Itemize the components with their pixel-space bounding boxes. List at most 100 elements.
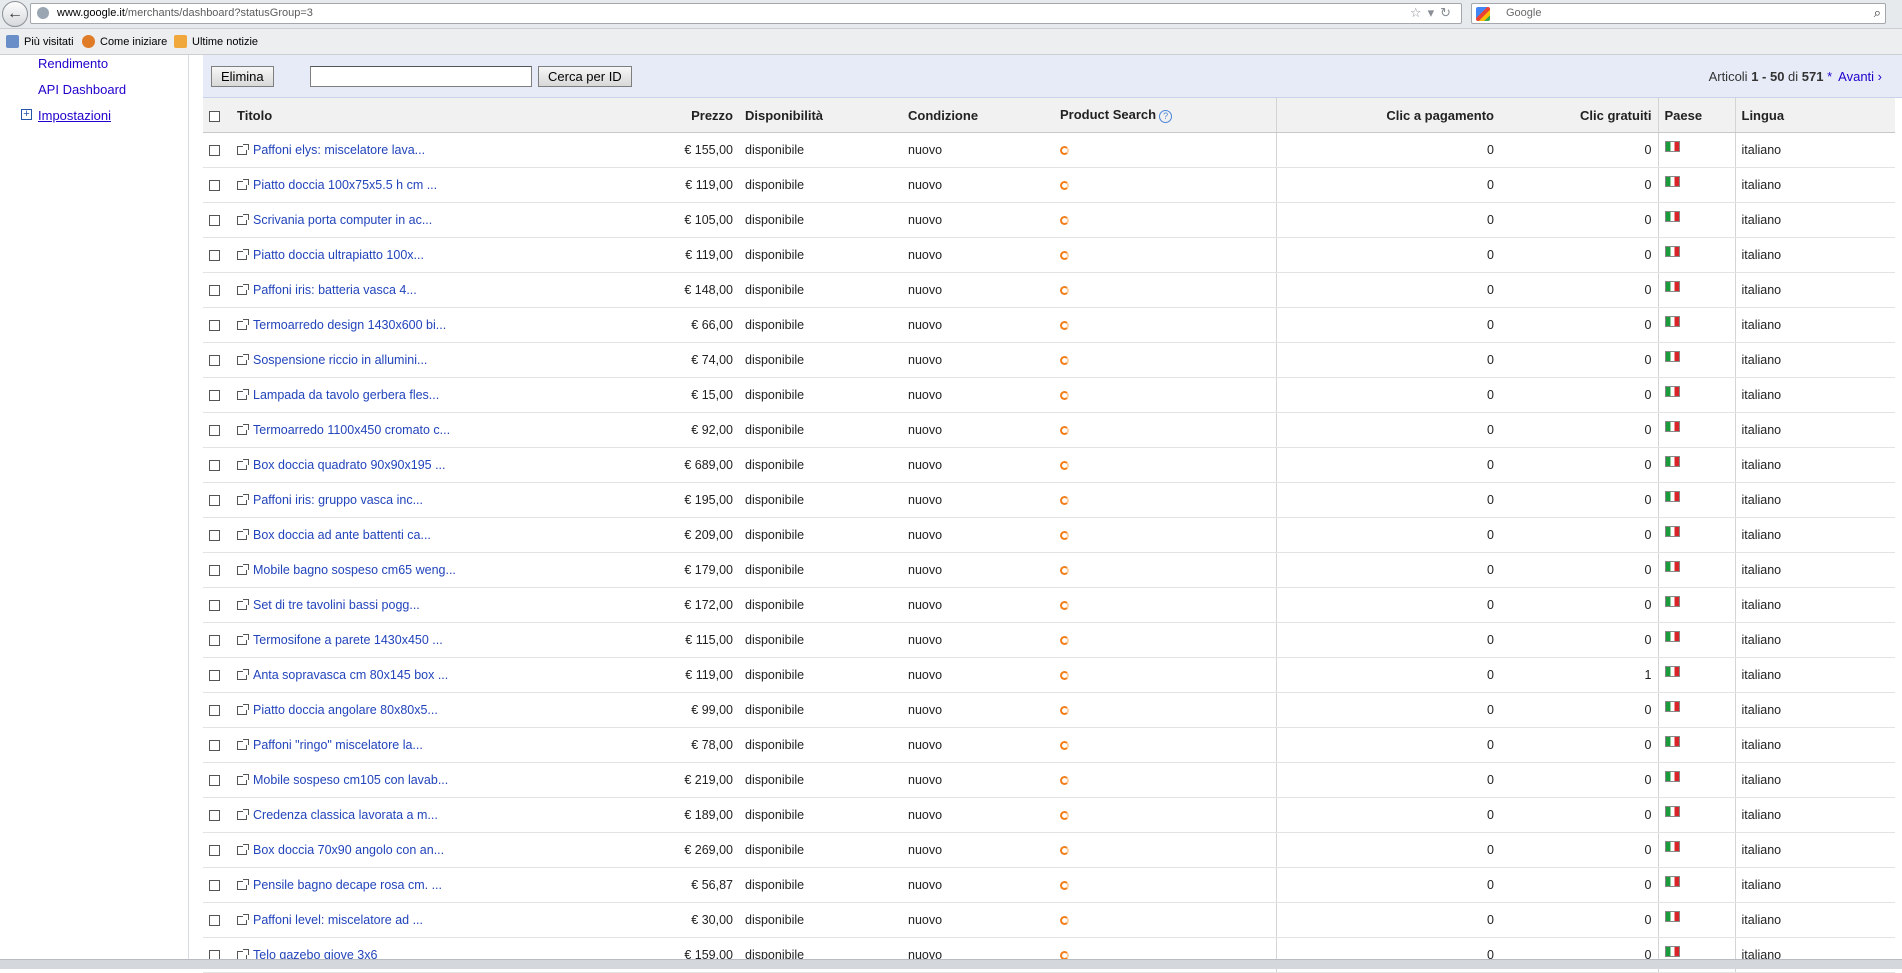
row-checkbox[interactable]	[209, 145, 220, 157]
product-title-link[interactable]: Termoarredo 1100x450 cromato c...	[253, 423, 450, 437]
row-checkbox[interactable]	[209, 285, 220, 297]
reload-icon[interactable]: ↻	[1440, 5, 1457, 20]
row-checkbox[interactable]	[209, 740, 220, 752]
product-search-status-icon[interactable]	[1060, 251, 1069, 261]
external-link-icon[interactable]	[237, 249, 249, 261]
product-search-status-icon[interactable]	[1060, 181, 1069, 191]
product-title-link[interactable]: Termosifone a parete 1430x450 ...	[253, 633, 443, 647]
column-header-paid-clicks[interactable]: Clic a pagamento	[1276, 98, 1500, 133]
row-checkbox[interactable]	[209, 215, 220, 227]
table-row[interactable]: Piatto doccia ultrapiatto 100x... € 119,0…	[203, 237, 1895, 273]
product-search-status-icon[interactable]	[1060, 776, 1069, 786]
bookmark-getting-started[interactable]: Come iniziare	[82, 35, 167, 48]
google-engine-icon[interactable]	[1476, 7, 1490, 21]
search-icon[interactable]: ⌕	[1874, 5, 1881, 21]
expand-plus-icon[interactable]: +	[21, 109, 32, 120]
row-checkbox[interactable]	[209, 180, 220, 192]
row-checkbox[interactable]	[209, 670, 220, 682]
help-icon[interactable]: ?	[1159, 109, 1173, 123]
product-title-link[interactable]: Paffoni elys: miscelatore lava...	[253, 143, 425, 157]
product-search-status-icon[interactable]	[1060, 461, 1069, 471]
row-checkbox[interactable]	[209, 320, 220, 332]
product-search-status-icon[interactable]	[1060, 811, 1069, 821]
product-search-status-icon[interactable]	[1060, 216, 1069, 226]
table-row[interactable]: Lampada da tavolo gerbera fles... € 15,00…	[203, 377, 1895, 413]
row-checkbox[interactable]	[209, 600, 220, 612]
row-checkbox[interactable]	[209, 915, 220, 927]
bookmark-star-icon[interactable]: ☆	[1410, 5, 1428, 20]
product-search-status-icon[interactable]	[1060, 706, 1069, 716]
column-header-free-clicks[interactable]: Clic gratuiti	[1500, 98, 1659, 133]
product-title-link[interactable]: Pensile bagno decape rosa cm. ...	[253, 878, 442, 892]
external-link-icon[interactable]	[237, 319, 249, 331]
external-link-icon[interactable]	[237, 144, 249, 156]
product-title-link[interactable]: Anta sopravasca cm 80x145 box ...	[253, 668, 448, 682]
row-checkbox[interactable]	[209, 810, 220, 822]
external-link-icon[interactable]	[237, 494, 249, 506]
row-checkbox[interactable]	[209, 355, 220, 367]
product-search-status-icon[interactable]	[1060, 496, 1069, 506]
table-row[interactable]: Box doccia 70x90 angolo con an... € 269,0…	[203, 832, 1895, 868]
product-title-link[interactable]: Paffoni iris: batteria vasca 4...	[253, 283, 417, 297]
product-search-status-icon[interactable]	[1060, 391, 1069, 401]
table-row[interactable]: Termosifone a parete 1430x450 ... € 115,0…	[203, 622, 1895, 658]
external-link-icon[interactable]	[237, 354, 249, 366]
product-search-status-icon[interactable]	[1060, 146, 1069, 156]
product-title-link[interactable]: Piatto doccia angolare 80x80x5...	[253, 703, 438, 717]
delete-button[interactable]: Elimina	[211, 66, 274, 87]
row-checkbox[interactable]	[209, 460, 220, 472]
table-row[interactable]: Credenza classica lavorata a m... € 189,0…	[203, 797, 1895, 833]
table-row[interactable]: Piatto doccia angolare 80x80x5... € 99,00…	[203, 692, 1895, 728]
product-title-link[interactable]: Termoarredo design 1430x600 bi...	[253, 318, 446, 332]
product-search-status-icon[interactable]	[1060, 566, 1069, 576]
product-title-link[interactable]: Piatto doccia 100x75x5.5 h cm ...	[253, 178, 437, 192]
external-link-icon[interactable]	[237, 529, 249, 541]
table-row[interactable]: Paffoni iris: gruppo vasca inc... € 195,0…	[203, 482, 1895, 518]
product-title-link[interactable]: Mobile bagno sospeso cm65 weng...	[253, 563, 456, 577]
table-row[interactable]: Paffoni level: miscelatore ad ... € 30,00…	[203, 902, 1895, 938]
site-identity-icon[interactable]	[37, 7, 49, 19]
product-search-status-icon[interactable]	[1060, 321, 1069, 331]
row-checkbox[interactable]	[209, 530, 220, 542]
column-header-price[interactable]: Prezzo	[655, 98, 739, 133]
product-title-link[interactable]: Scrivania porta computer in ac...	[253, 213, 432, 227]
table-row[interactable]: Box doccia ad ante battenti ca... € 209,0…	[203, 517, 1895, 553]
column-header-availability[interactable]: Disponibilità	[739, 98, 902, 133]
row-checkbox[interactable]	[209, 635, 220, 647]
external-link-icon[interactable]	[237, 564, 249, 576]
table-row[interactable]: Paffoni "ringo" miscelatore la... € 78,00…	[203, 727, 1895, 763]
column-header-condition[interactable]: Condizione	[902, 98, 1054, 133]
product-search-status-icon[interactable]	[1060, 846, 1069, 856]
product-search-status-icon[interactable]	[1060, 356, 1069, 366]
external-link-icon[interactable]	[237, 739, 249, 751]
external-link-icon[interactable]	[237, 774, 249, 786]
table-row[interactable]: Termoarredo 1100x450 cromato c... € 92,00…	[203, 412, 1895, 448]
product-search-status-icon[interactable]	[1060, 881, 1069, 891]
product-title-link[interactable]: Box doccia quadrato 90x90x195 ...	[253, 458, 446, 472]
external-link-icon[interactable]	[237, 669, 249, 681]
bookmark-latest-news[interactable]: Ultime notizie	[174, 35, 258, 48]
table-row[interactable]: Paffoni elys: miscelatore lava... € 155,0…	[203, 132, 1895, 168]
row-checkbox[interactable]	[209, 880, 220, 892]
sidebar-item-api-dashboard[interactable]: API Dashboard	[38, 82, 126, 97]
product-search-status-icon[interactable]	[1060, 531, 1069, 541]
product-title-link[interactable]: Paffoni level: miscelatore ad ...	[253, 913, 423, 927]
product-title-link[interactable]: Box doccia ad ante battenti ca...	[253, 528, 431, 542]
product-title-link[interactable]: Set di tre tavolini bassi pogg...	[253, 598, 420, 612]
product-search-status-icon[interactable]	[1060, 286, 1069, 296]
table-row[interactable]: Termoarredo design 1430x600 bi... € 66,00…	[203, 307, 1895, 343]
table-row[interactable]: Pensile bagno decape rosa cm. ... € 56,87…	[203, 867, 1895, 903]
product-title-link[interactable]: Paffoni "ringo" miscelatore la...	[253, 738, 423, 752]
product-title-link[interactable]: Lampada da tavolo gerbera fles...	[253, 388, 439, 402]
product-search-status-icon[interactable]	[1060, 671, 1069, 681]
product-search-status-icon[interactable]	[1060, 601, 1069, 611]
sidebar-item-performance[interactable]: Rendimento	[38, 56, 108, 71]
table-row[interactable]: Scrivania porta computer in ac... € 105,0…	[203, 202, 1895, 238]
product-title-link[interactable]: Piatto doccia ultrapiatto 100x...	[253, 248, 424, 262]
column-header-country[interactable]: Paese	[1658, 98, 1736, 133]
address-bar[interactable]: www.google.it/merchants/dashboard?status…	[30, 3, 1462, 24]
row-checkbox[interactable]	[209, 495, 220, 507]
external-link-icon[interactable]	[237, 634, 249, 646]
back-button[interactable]: ←	[2, 1, 28, 27]
external-link-icon[interactable]	[237, 914, 249, 926]
